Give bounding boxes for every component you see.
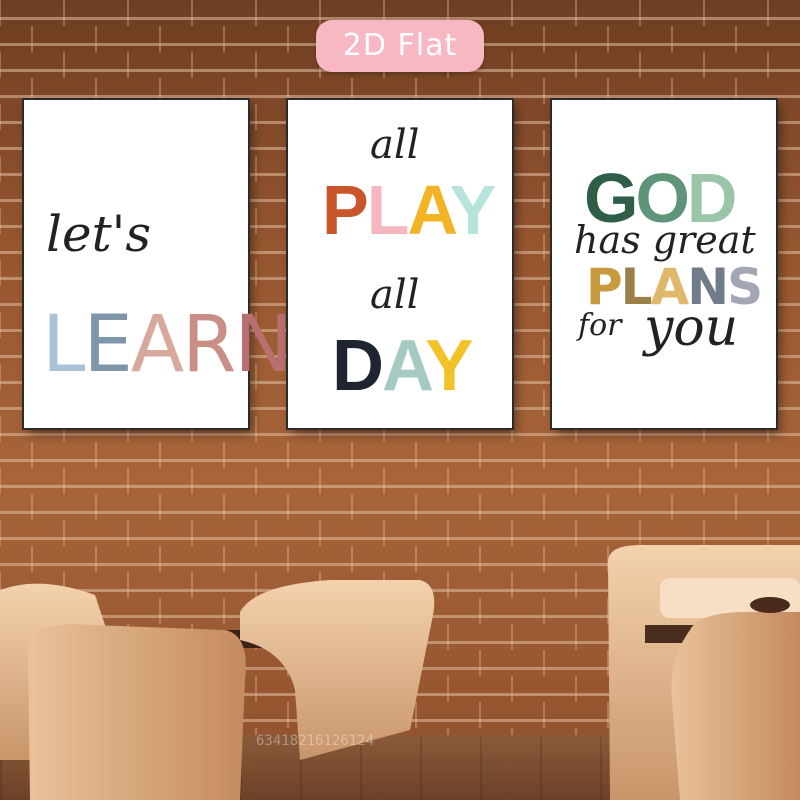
watermark-id: 63418216126124 <box>256 733 375 749</box>
table-decor <box>750 597 790 613</box>
armchair-front <box>28 624 246 800</box>
armchair-front-right <box>671 611 800 800</box>
photo-scene: 2D Flat let's LEARN all PLAY all DAY GOD… <box>0 0 800 800</box>
lounge-furniture <box>0 545 800 800</box>
